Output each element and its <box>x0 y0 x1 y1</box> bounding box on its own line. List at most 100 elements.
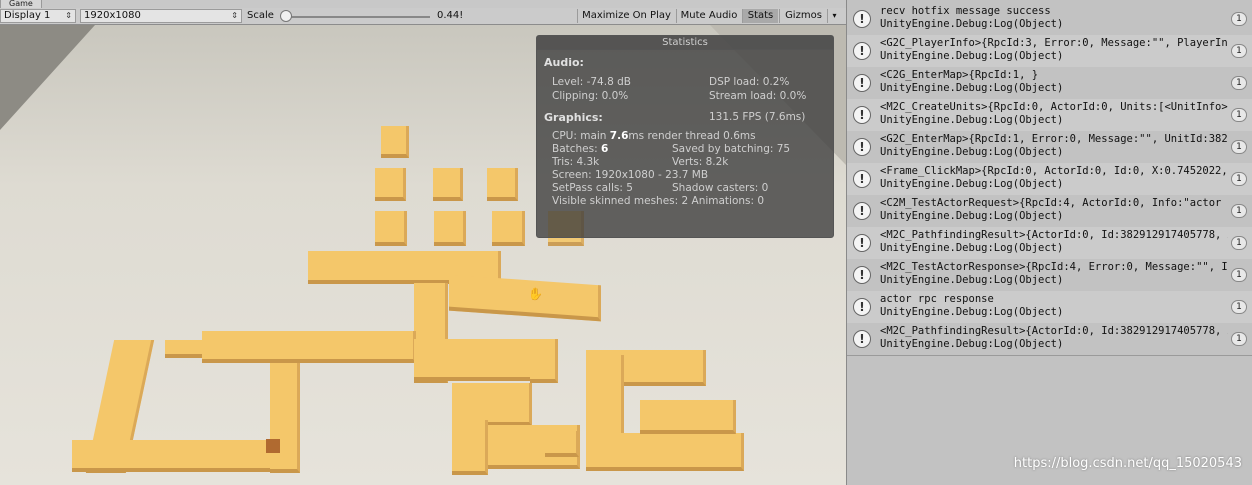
console-log-entry[interactable]: ! <C2M_TestActorRequest>{RpcId:4, ActorId… <box>847 195 1252 227</box>
console-log-entry[interactable]: ! recv hotfix message success UnityEngine.… <box>847 3 1252 35</box>
console-log-entry[interactable]: ! actor rpc response UnityEngine.Debug:Log… <box>847 291 1252 323</box>
scale-value: 0.44! <box>437 10 464 21</box>
info-log-icon: ! <box>853 266 871 284</box>
console-log-entry[interactable]: ! <M2C_TestActorResponse>{RpcId:4, Error:… <box>847 259 1252 291</box>
wall-block <box>586 433 744 471</box>
log-stacktrace-line: UnityEngine.Debug:Log(Object) <box>880 18 1064 30</box>
log-message: <M2C_TestActorResponse>{RpcId:4, Error:0… <box>880 261 1228 287</box>
scale-slider-handle[interactable] <box>280 10 292 22</box>
log-stacktrace-line: UnityEngine.Debug:Log(Object) <box>880 210 1064 222</box>
log-message: <M2C_PathfindingResult>{ActorId:0, Id:38… <box>880 325 1228 351</box>
mouse-cursor-icon: ✋ <box>528 287 543 301</box>
graphics-cpu: CPU: main 7.6ms render thread 0.6ms <box>552 130 756 142</box>
audio-dsp-load: DSP load: 0.2% <box>709 76 790 88</box>
log-count-badge: 1 <box>1231 140 1247 154</box>
console-log-entry[interactable]: ! <C2G_EnterMap>{RpcId:1, } UnityEngine.De… <box>847 67 1252 99</box>
scale-slider-track[interactable] <box>285 16 430 18</box>
graphics-batches: Batches: 6 <box>552 143 608 155</box>
log-count-badge: 1 <box>1231 204 1247 218</box>
batches-prefix: Batches: <box>552 143 601 155</box>
graphics-setpass: SetPass calls: 5 <box>552 182 633 194</box>
scene-cube <box>375 168 406 201</box>
wall-block <box>545 431 579 457</box>
log-count-badge: 1 <box>1231 108 1247 122</box>
console-log-entry[interactable]: ! <G2C_PlayerInfo>{RpcId:3, Error:0, Mess… <box>847 35 1252 67</box>
log-stacktrace-line: UnityEngine.Debug:Log(Object) <box>880 338 1064 350</box>
info-log-icon: ! <box>853 74 871 92</box>
maximize-on-play-button[interactable]: Maximize On Play <box>577 9 675 23</box>
console-divider <box>847 355 1252 356</box>
log-count-badge: 1 <box>1231 268 1247 282</box>
resolution-dropdown[interactable]: 1920x1080 ⇕ <box>80 9 242 23</box>
log-message: <M2C_CreateUnits>{RpcId:0, ActorId:0, Un… <box>880 101 1228 127</box>
far-plane-edge <box>0 25 95 130</box>
graphics-screen: Screen: 1920x1080 - 23.7 MB <box>552 169 709 181</box>
log-count-badge: 1 <box>1231 300 1247 314</box>
cpu-main-value: 7.6 <box>609 130 629 142</box>
graphics-tris: Tris: 4.3k <box>552 156 600 168</box>
console-log-entry[interactable]: ! <G2C_EnterMap>{RpcId:1, Error:0, Messag… <box>847 131 1252 163</box>
info-log-icon: ! <box>853 10 871 28</box>
cpu-suffix: ms render thread 0.6ms <box>628 130 756 142</box>
log-count-badge: 1 <box>1231 12 1247 26</box>
dropdown-arrow-icon: ⇕ <box>231 11 238 20</box>
log-stacktrace-line: UnityEngine.Debug:Log(Object) <box>880 242 1064 254</box>
log-message: <Frame_ClickMap>{RpcId:0, ActorId:0, Id:… <box>880 165 1228 191</box>
scene-cube <box>381 126 409 158</box>
log-count-badge: 1 <box>1231 332 1247 346</box>
console-log-entry[interactable]: ! <M2C_PathfindingResult>{ActorId:0, Id:3… <box>847 323 1252 355</box>
graphics-header: Graphics: <box>544 111 603 124</box>
info-log-icon: ! <box>853 202 871 220</box>
gizmos-button[interactable]: Gizmos <box>779 9 827 23</box>
stats-button[interactable]: Stats <box>742 9 778 23</box>
log-message-line: <Frame_ClickMap>{RpcId:0, ActorId:0, Id:… <box>880 165 1228 177</box>
console-log-entry[interactable]: ! <Frame_ClickMap>{RpcId:0, ActorId:0, Id… <box>847 163 1252 195</box>
scene-cube <box>433 168 463 201</box>
info-log-icon: ! <box>853 330 871 348</box>
log-message-line: <M2C_TestActorResponse>{RpcId:4, Error:0… <box>880 261 1228 273</box>
graphics-fps: 131.5 FPS (7.6ms) <box>709 111 806 123</box>
log-message-line: <M2C_PathfindingResult>{ActorId:0, Id:38… <box>880 325 1228 337</box>
audio-header: Audio: <box>544 56 584 69</box>
display-dropdown[interactable]: Display 1 ⇕ <box>0 9 76 23</box>
statistics-title: Statistics <box>537 36 833 50</box>
gizmos-dropdown-arrow-icon[interactable]: ▾ <box>827 9 841 23</box>
audio-level: Level: -74.8 dB <box>552 76 631 88</box>
graphics-verts: Verts: 8.2k <box>672 156 729 168</box>
console-log-entry[interactable]: ! <M2C_CreateUnits>{RpcId:0, ActorId:0, U… <box>847 99 1252 131</box>
wall-block <box>165 340 205 358</box>
log-count-badge: 1 <box>1231 236 1247 250</box>
wall-block <box>640 400 736 434</box>
log-message-line: <C2G_EnterMap>{RpcId:1, } <box>880 69 1039 81</box>
batches-value: 6 <box>601 143 609 155</box>
info-log-icon: ! <box>853 298 871 316</box>
wall-block <box>452 420 488 475</box>
game-viewport[interactable]: ✋ Statistics Audio: Level: -74.8 dB DSP … <box>0 25 846 485</box>
graphics-saved-by-batching: Saved by batching: 75 <box>672 143 791 155</box>
audio-clipping: Clipping: 0.0% <box>552 90 629 102</box>
watermark: https://blog.csdn.net/qq_15020543 <box>1013 456 1242 471</box>
info-log-icon: ! <box>853 42 871 60</box>
log-message-line: <M2C_CreateUnits>{RpcId:0, ActorId:0, Un… <box>880 101 1228 113</box>
info-log-icon: ! <box>853 234 871 252</box>
scene-cube <box>487 168 518 201</box>
log-stacktrace-line: UnityEngine.Debug:Log(Object) <box>880 146 1064 158</box>
scene-cube <box>375 211 407 246</box>
graphics-skinned-meshes: Visible skinned meshes: 2 Animations: 0 <box>552 195 765 207</box>
console-log-entry[interactable]: ! <M2C_PathfindingResult>{ActorId:0, Id:3… <box>847 227 1252 259</box>
player-unit <box>266 439 280 453</box>
log-count-badge: 1 <box>1231 76 1247 90</box>
console-panel: ! recv hotfix message success UnityEngine.… <box>846 0 1252 485</box>
log-message-line: <G2C_PlayerInfo>{RpcId:3, Error:0, Messa… <box>880 37 1228 49</box>
log-message-line: recv hotfix message success <box>880 5 1051 17</box>
log-stacktrace-line: UnityEngine.Debug:Log(Object) <box>880 306 1064 318</box>
wall-block <box>202 331 416 363</box>
log-message-line: <C2M_TestActorRequest>{RpcId:4, ActorId:… <box>880 197 1228 209</box>
log-message-line: actor rpc response <box>880 293 994 305</box>
log-stacktrace-line: UnityEngine.Debug:Log(Object) <box>880 114 1064 126</box>
log-message: actor rpc response UnityEngine.Debug:Log(… <box>880 293 1228 319</box>
log-message: <C2M_TestActorRequest>{RpcId:4, ActorId:… <box>880 197 1228 223</box>
game-toolbar: Display 1 ⇕ 1920x1080 ⇕ Scale 0.44! Maxi… <box>0 8 846 25</box>
scene-cube <box>434 211 466 246</box>
mute-audio-button[interactable]: Mute Audio <box>676 9 741 23</box>
